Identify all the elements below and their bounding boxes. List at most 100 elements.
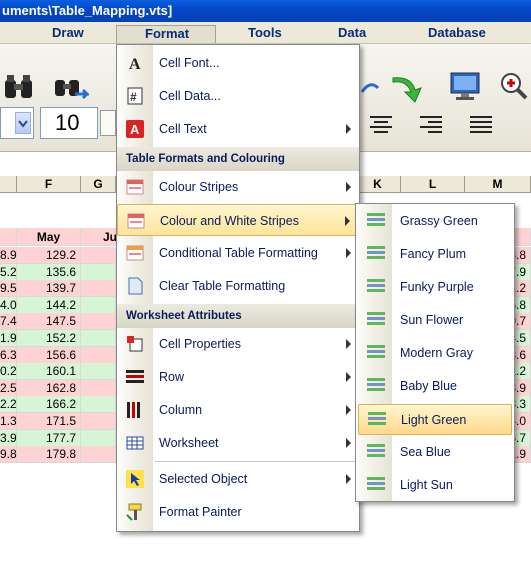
submenu-item-light-sun[interactable]: Light Sun: [358, 470, 512, 501]
menu-item-worksheet[interactable]: Worksheet: [117, 427, 359, 459]
cell-june-value[interactable]: [81, 296, 116, 313]
cell-june-value[interactable]: [81, 247, 116, 263]
submenu-item-fancy-plum[interactable]: Fancy Plum: [358, 239, 512, 270]
submenu-item-grassy-green[interactable]: Grassy Green: [358, 206, 512, 237]
green-arrow-icon[interactable]: [388, 72, 424, 106]
cell-june-value[interactable]: [81, 379, 116, 396]
header-cell[interactable]: [0, 228, 17, 246]
cell-may-value[interactable]: 139.7: [17, 280, 81, 297]
cell-left-value[interactable]: 6.3: [0, 346, 17, 363]
menu-draw[interactable]: Draw: [52, 25, 84, 43]
align-right-icon[interactable]: [416, 114, 446, 136]
column-header-e[interactable]: [0, 176, 17, 193]
menu-item-label: Colour and White Stripes: [160, 214, 299, 228]
column-header-m[interactable]: M: [465, 176, 531, 193]
menu-database[interactable]: Database: [428, 25, 486, 43]
cell-may-value[interactable]: 129.2: [17, 247, 81, 263]
submenu-item-label: Fancy Plum: [400, 247, 466, 261]
menu-item-label: Column: [159, 403, 203, 417]
cell-june-value[interactable]: [81, 346, 116, 363]
cell-may-value[interactable]: 152.2: [17, 330, 81, 346]
cell-may-value[interactable]: 166.2: [17, 396, 81, 413]
cell-left-value[interactable]: 5.2: [0, 263, 17, 280]
cell-left-value[interactable]: 1.9: [0, 330, 17, 346]
zoom-in-icon[interactable]: [498, 70, 530, 104]
bold-button[interactable]: [100, 110, 116, 136]
menu-item-cell-properties[interactable]: Cell Properties: [117, 328, 359, 360]
cell-june-value[interactable]: [81, 363, 116, 380]
format-menu: A Cell Font... # Cell Data... A Cell Tex…: [116, 44, 360, 532]
cell-may-value[interactable]: 147.5: [17, 313, 81, 330]
menu-data[interactable]: Data: [338, 25, 366, 43]
submenu-item-label: Light Green: [401, 413, 467, 427]
cell-left-value[interactable]: 1.3: [0, 413, 17, 429]
column-header-l[interactable]: L: [401, 176, 465, 193]
column-header-f[interactable]: F: [17, 176, 81, 193]
submenu-arrow-icon: [346, 339, 351, 349]
cell-june-value[interactable]: [81, 446, 116, 463]
binoculars-icon[interactable]: [2, 70, 36, 104]
cell-left-value[interactable]: 2.2: [0, 396, 17, 413]
cell-may-value[interactable]: 177.7: [17, 429, 81, 446]
cell-left-value[interactable]: 3.9: [0, 429, 17, 446]
font-dropdown[interactable]: [0, 107, 34, 139]
menu-item-label: Cell Data...: [159, 89, 221, 103]
cell-may-value[interactable]: 171.5: [17, 413, 81, 429]
cell-may-value[interactable]: 179.8: [17, 446, 81, 463]
menu-format[interactable]: Format: [116, 25, 216, 43]
cell-june-value[interactable]: [81, 280, 116, 297]
menu-item-label: Cell Text: [159, 122, 207, 136]
window-title: uments\Table_Mapping.vts]: [0, 0, 531, 22]
cell-left-value[interactable]: 9.8: [0, 446, 17, 463]
menu-item-colour-and-white-stripes[interactable]: Colour and White Stripes: [117, 204, 359, 236]
chevron-down-icon[interactable]: [15, 112, 31, 134]
cell-left-value[interactable]: 0.2: [0, 363, 17, 380]
menu-item-column[interactable]: Column: [117, 394, 359, 426]
cell-left-value[interactable]: 4.0: [0, 296, 17, 313]
submenu-item-baby-blue[interactable]: Baby Blue: [358, 371, 512, 402]
menu-item-selected-object[interactable]: Selected Object: [117, 463, 359, 495]
link-icon[interactable]: [360, 76, 380, 100]
menu-item-cell-data[interactable]: # Cell Data...: [117, 80, 359, 112]
cell-june-value[interactable]: [81, 396, 116, 413]
submenu-arrow-icon: [345, 216, 350, 226]
cell-may-value[interactable]: 156.6: [17, 346, 81, 363]
cell-june-value[interactable]: [81, 313, 116, 330]
menu-tools[interactable]: Tools: [248, 25, 282, 43]
cell-june-value[interactable]: [81, 330, 116, 346]
find-replace-icon[interactable]: [52, 70, 90, 104]
submenu-item-light-green[interactable]: Light Green: [358, 404, 512, 435]
font-size-input[interactable]: 10: [40, 107, 98, 139]
submenu-item-sea-blue[interactable]: Sea Blue: [358, 437, 512, 468]
submenu-arrow-icon: [346, 124, 351, 134]
column-header-k[interactable]: K: [355, 176, 401, 193]
cell-may-value[interactable]: 160.1: [17, 363, 81, 380]
menu-item-conditional-formatting[interactable]: Conditional Table Formatting: [117, 237, 359, 269]
cell-left-value[interactable]: 7.4: [0, 313, 17, 330]
header-cell-june[interactable]: Ju: [81, 228, 117, 246]
menu-item-format-painter[interactable]: Format Painter: [117, 496, 359, 528]
cell-left-value[interactable]: 9.5: [0, 280, 17, 297]
cell-left-value[interactable]: 8.9: [0, 247, 17, 263]
menu-item-label: Conditional Table Formatting: [159, 246, 318, 260]
submenu-item-sun-flower[interactable]: Sun Flower: [358, 305, 512, 336]
menu-item-cell-text[interactable]: A Cell Text: [117, 113, 359, 145]
menu-item-clear-table-formatting[interactable]: Clear Table Formatting: [117, 270, 359, 302]
cell-june-value[interactable]: [81, 263, 116, 280]
submenu-item-modern-gray[interactable]: Modern Gray: [358, 338, 512, 369]
menu-item-row[interactable]: Row: [117, 361, 359, 393]
header-cell-may[interactable]: May: [17, 228, 81, 246]
align-center-icon[interactable]: [366, 114, 396, 136]
submenu-item-funky-purple[interactable]: Funky Purple: [358, 272, 512, 303]
cell-june-value[interactable]: [81, 429, 116, 446]
cell-may-value[interactable]: 135.6: [17, 263, 81, 280]
cell-left-value[interactable]: 2.5: [0, 379, 17, 396]
cell-may-value[interactable]: 162.8: [17, 379, 81, 396]
monitor-icon[interactable]: [448, 70, 482, 104]
menu-item-colour-stripes[interactable]: Colour Stripes: [117, 171, 359, 203]
cell-may-value[interactable]: 144.2: [17, 296, 81, 313]
justify-icon[interactable]: [466, 114, 496, 136]
column-header-g[interactable]: G: [81, 176, 116, 193]
cell-june-value[interactable]: [81, 413, 116, 429]
menu-item-cell-font[interactable]: A Cell Font...: [117, 47, 359, 79]
